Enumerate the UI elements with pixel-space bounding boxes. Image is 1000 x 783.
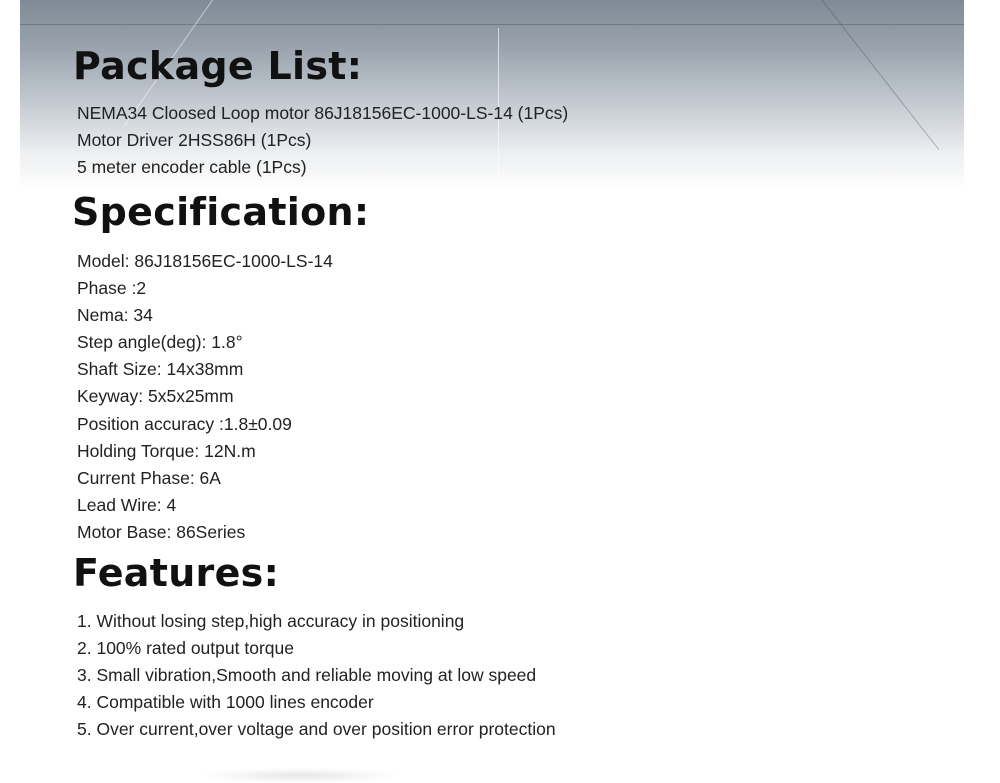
- spec-item: Shaft Size: 14x38mm: [77, 359, 244, 380]
- spec-item: Position accuracy :1.8±0.09: [77, 413, 292, 434]
- feature-item: 5. Over current,over voltage and over po…: [77, 719, 556, 740]
- specification-list: Model: 86J18156EC-1000-LS-14 Phase :2 Ne…: [77, 248, 333, 546]
- spec-item: Step angle(deg): 1.8°: [77, 332, 243, 353]
- spec-item: Model: 86J18156EC-1000-LS-14: [77, 251, 333, 271]
- features-list: 1. Without losing step,high accuracy in …: [77, 608, 556, 743]
- footer-shadow: [200, 768, 400, 783]
- spec-item: Phase :2: [77, 278, 147, 299]
- features-heading: Features:: [73, 551, 280, 595]
- feature-item: 2. 100% rated output torque: [77, 638, 294, 659]
- feature-item: 3. Small vibration,Smooth and reliable m…: [77, 665, 537, 686]
- specification-heading: Specification:: [72, 190, 370, 234]
- package-item: NEMA34 Cloosed Loop motor 86J18156EC-100…: [77, 103, 569, 123]
- spec-item: Keyway: 5x5x25mm: [77, 386, 234, 407]
- package-list-heading: Package List:: [73, 44, 363, 88]
- feature-item: 1. Without losing step,high accuracy in …: [77, 611, 465, 631]
- spec-item: Motor Base: 86Series: [77, 521, 246, 542]
- package-list: NEMA34 Cloosed Loop motor 86J18156EC-100…: [77, 100, 568, 181]
- product-description: Package List: NEMA34 Cloosed Loop motor …: [0, 0, 1000, 783]
- spec-item: Lead Wire: 4: [77, 494, 177, 515]
- package-item: Motor Driver 2HSS86H (1Pcs): [77, 130, 312, 151]
- spec-item: Holding Torque: 12N.m: [77, 440, 256, 461]
- spec-item: Current Phase: 6A: [77, 467, 221, 488]
- feature-item: 4. Compatible with 1000 lines encoder: [77, 692, 374, 713]
- package-item: 5 meter encoder cable (1Pcs): [77, 157, 307, 178]
- spec-item: Nema: 34: [77, 305, 153, 326]
